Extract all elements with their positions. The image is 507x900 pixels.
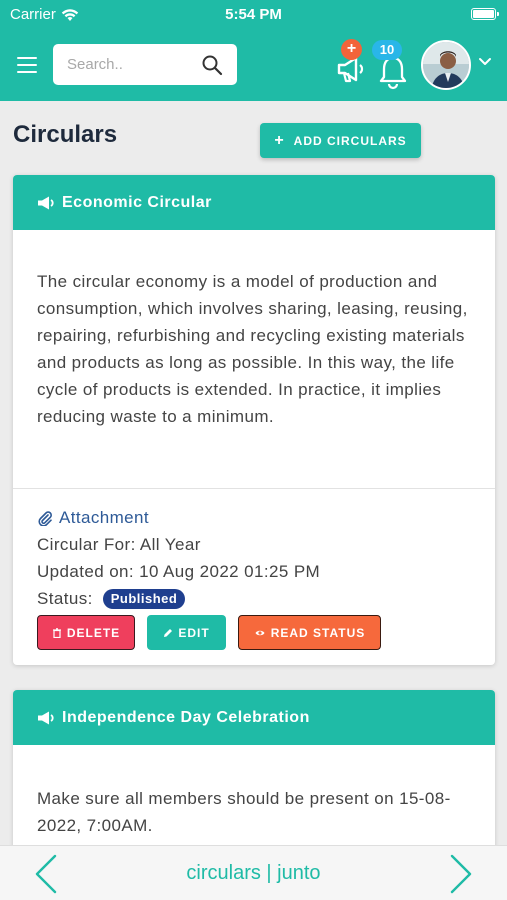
circular-title: Independence Day Celebration bbox=[62, 708, 310, 726]
pencil-icon bbox=[164, 628, 173, 637]
circular-meta: Attachment Circular For: All Year Update… bbox=[13, 489, 495, 612]
circular-for: Circular For: All Year bbox=[37, 535, 201, 554]
avatar[interactable] bbox=[421, 40, 471, 90]
delete-label: DELETE bbox=[66, 625, 121, 640]
bottom-title: circulars | junto bbox=[186, 862, 321, 884]
search-box[interactable] bbox=[53, 44, 237, 85]
page-title: Circulars bbox=[13, 121, 118, 148]
status-bar: Carrier 5:54 PM bbox=[0, 0, 507, 30]
app-header: + 10 bbox=[0, 30, 507, 101]
paperclip-icon bbox=[38, 510, 52, 526]
notification-count-badge: 10 bbox=[372, 40, 402, 60]
circular-body: Make sure all members should be present … bbox=[37, 789, 451, 835]
avatar-image bbox=[423, 42, 469, 88]
edit-button[interactable]: EDIT bbox=[147, 615, 226, 650]
chevron-down-icon[interactable] bbox=[478, 57, 492, 67]
megaphone-icon bbox=[38, 711, 54, 724]
plus-icon: + bbox=[274, 131, 285, 149]
trash-icon bbox=[52, 627, 61, 638]
menu-icon[interactable] bbox=[17, 57, 37, 73]
circular-card-header: Economic Circular bbox=[13, 175, 495, 230]
circular-card-header: Independence Day Celebration bbox=[13, 690, 495, 745]
edit-label: EDIT bbox=[178, 625, 210, 640]
circular-title: Economic Circular bbox=[62, 193, 212, 211]
chevron-right-icon[interactable] bbox=[448, 854, 474, 894]
circular-body: The circular economy is a model of produ… bbox=[37, 272, 468, 426]
status-badge: Published bbox=[102, 588, 186, 609]
attachment-label: Attachment bbox=[59, 508, 149, 527]
read-status-button[interactable]: READ STATUS bbox=[238, 615, 381, 650]
delete-button[interactable]: DELETE bbox=[37, 615, 135, 650]
megaphone-icon bbox=[38, 196, 54, 209]
clock: 5:54 PM bbox=[225, 6, 282, 23]
add-circulars-button[interactable]: + ADD CIRCULARS bbox=[260, 123, 421, 158]
eye-icon bbox=[255, 630, 265, 635]
bottom-toolbar: circulars | junto bbox=[0, 845, 507, 900]
add-circulars-label: ADD CIRCULARS bbox=[293, 133, 407, 148]
search-icon[interactable] bbox=[201, 54, 223, 76]
read-status-label: READ STATUS bbox=[270, 625, 366, 640]
updated-on: Updated on: 10 Aug 2022 01:25 PM bbox=[37, 562, 321, 581]
search-input[interactable] bbox=[67, 44, 197, 85]
circular-actions: DELETE EDIT READ STATUS bbox=[37, 615, 381, 650]
announcement-badge: + bbox=[341, 39, 362, 60]
attachment-link[interactable]: Attachment bbox=[37, 504, 471, 531]
status-label: Status: bbox=[37, 589, 93, 608]
battery-icon bbox=[471, 8, 499, 20]
circular-card: Economic Circular The circular economy i… bbox=[13, 175, 495, 665]
status-row: Status: Published bbox=[37, 585, 471, 612]
